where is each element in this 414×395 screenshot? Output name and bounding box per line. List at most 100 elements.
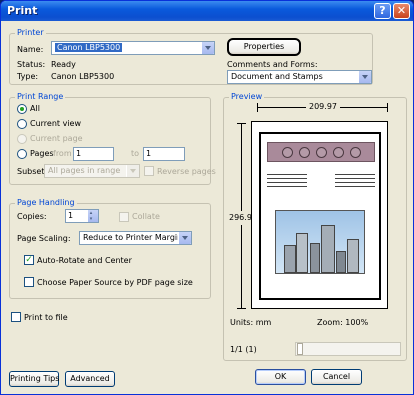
preview-building: [321, 225, 335, 273]
printer-name-select[interactable]: Canon LBP5300: [51, 41, 215, 55]
chevron-down-icon[interactable]: [201, 42, 214, 54]
width-value: 209.97: [306, 102, 340, 112]
page-scaling-value: Reduce to Printer Margins: [83, 233, 187, 242]
preview-building: [347, 239, 359, 273]
preview-group-title: Preview: [229, 92, 265, 102]
preview-text-line: [335, 174, 375, 175]
preview-text-line: [335, 186, 375, 187]
cancel-label: Cancel: [322, 372, 351, 381]
pages-label[interactable]: Pages: [30, 149, 54, 159]
pages-radio[interactable]: [17, 149, 27, 159]
current-page-radio: [17, 134, 27, 144]
collate-label: Collate: [132, 212, 160, 221]
printer-name-label: Name:: [17, 45, 44, 54]
print-to-file-label[interactable]: Print to file: [24, 313, 68, 323]
window-title: Print: [7, 4, 38, 17]
spinner-icon[interactable]: ▴▾: [88, 210, 98, 222]
current-view-radio[interactable]: [17, 119, 27, 129]
auto-rotate-checkbox[interactable]: ✓: [24, 255, 34, 265]
zoom-label: Zoom: 100%: [317, 318, 369, 327]
status-value: Ready: [51, 60, 76, 69]
from-value: 1: [76, 149, 82, 158]
title-bar[interactable]: Print ? ✕: [1, 1, 413, 21]
current-page-label: Current page: [30, 134, 83, 143]
cancel-button[interactable]: Cancel: [311, 369, 362, 385]
page-indicator: 1/1 (1): [230, 345, 257, 354]
preview-building: [310, 243, 320, 273]
advanced-label: Advanced: [70, 374, 110, 383]
subset-select: All pages in range: [44, 164, 140, 178]
close-icon[interactable]: ✕: [393, 3, 410, 19]
chevron-down-icon[interactable]: [178, 232, 191, 244]
chevron-down-icon: [126, 165, 139, 177]
subset-label: Subset:: [17, 167, 48, 176]
preview-circle: [282, 147, 293, 158]
printing-tips-label: Printing Tips: [10, 374, 60, 383]
type-value: Canon LBP5300: [51, 72, 115, 81]
preview-city-image: [275, 210, 365, 274]
copies-label: Copies:: [17, 212, 47, 221]
preview-text-line: [267, 182, 307, 183]
preview-circle: [333, 147, 344, 158]
to-input[interactable]: 1: [143, 147, 185, 161]
preview-text-line: [335, 178, 375, 179]
all-label[interactable]: All: [30, 104, 40, 114]
comments-label: Comments and Forms:: [227, 60, 318, 69]
to-value: 1: [146, 149, 152, 158]
preview-text-line: [335, 182, 375, 183]
width-dimension-tick-right: [387, 103, 388, 112]
preview-building: [296, 233, 308, 273]
page-slider-track[interactable]: [295, 342, 401, 356]
copies-input[interactable]: 1 ▴▾: [65, 209, 99, 223]
width-dimension-tick-left: [257, 103, 258, 112]
comments-value: Document and Stamps: [231, 72, 323, 81]
preview-text-line: [267, 178, 307, 179]
preview-text-line: [267, 174, 307, 175]
preview-document: [259, 132, 381, 300]
type-label: Type:: [17, 72, 39, 81]
collate-checkbox: [119, 212, 129, 222]
print-dialog: Print ? ✕ Printer Name: Canon LBP5300 Pr…: [0, 0, 414, 395]
print-to-file-checkbox[interactable]: [11, 312, 21, 322]
paper-source-checkbox[interactable]: [24, 277, 34, 287]
ok-button[interactable]: OK: [255, 369, 306, 385]
print-range-group-title: Print Range: [15, 92, 66, 102]
advanced-button[interactable]: Advanced: [65, 371, 115, 387]
properties-button-label: Properties: [243, 42, 285, 51]
preview-text-line: [267, 186, 307, 187]
properties-button[interactable]: Properties: [227, 38, 301, 56]
units-label: Units: mm: [230, 318, 272, 327]
preview-building: [336, 251, 346, 273]
all-radio[interactable]: [17, 104, 27, 114]
copies-value: 1: [68, 211, 74, 220]
preview-circle: [316, 147, 327, 158]
page-slider-thumb[interactable]: [297, 343, 303, 355]
height-dimension-tick-top: [237, 123, 246, 124]
ok-label: OK: [274, 372, 287, 381]
current-view-label[interactable]: Current view: [30, 119, 81, 129]
help-icon[interactable]: ?: [374, 3, 391, 19]
from-input[interactable]: 1: [73, 147, 114, 161]
paper-source-label[interactable]: Choose Paper Source by PDF page size: [37, 278, 193, 288]
chevron-down-icon[interactable]: [358, 71, 371, 83]
page-scaling-select[interactable]: Reduce to Printer Margins: [79, 231, 192, 245]
subset-value: All pages in range: [48, 166, 121, 175]
to-label: to: [131, 149, 140, 158]
page-handling-group-title: Page Handling: [15, 198, 77, 208]
preview-circle: [299, 147, 310, 158]
preview-building: [284, 245, 296, 273]
reverse-pages-label: Reverse pages: [157, 167, 216, 176]
printer-name-value: Canon LBP5300: [55, 43, 123, 52]
auto-rotate-label[interactable]: Auto-Rotate and Center: [37, 256, 132, 266]
preview-page: [251, 121, 388, 309]
page-scaling-label: Page Scaling:: [17, 234, 71, 243]
preview-circle: [350, 147, 361, 158]
height-dimension-tick-bottom: [237, 308, 246, 309]
from-label: from: [53, 149, 72, 158]
reverse-pages-checkbox: [144, 166, 154, 176]
preview-header-band: [267, 142, 375, 162]
status-label: Status:: [17, 60, 46, 69]
printer-group-title: Printer: [15, 28, 46, 38]
printing-tips-button[interactable]: Printing Tips: [9, 371, 59, 387]
comments-select[interactable]: Document and Stamps: [227, 70, 372, 84]
